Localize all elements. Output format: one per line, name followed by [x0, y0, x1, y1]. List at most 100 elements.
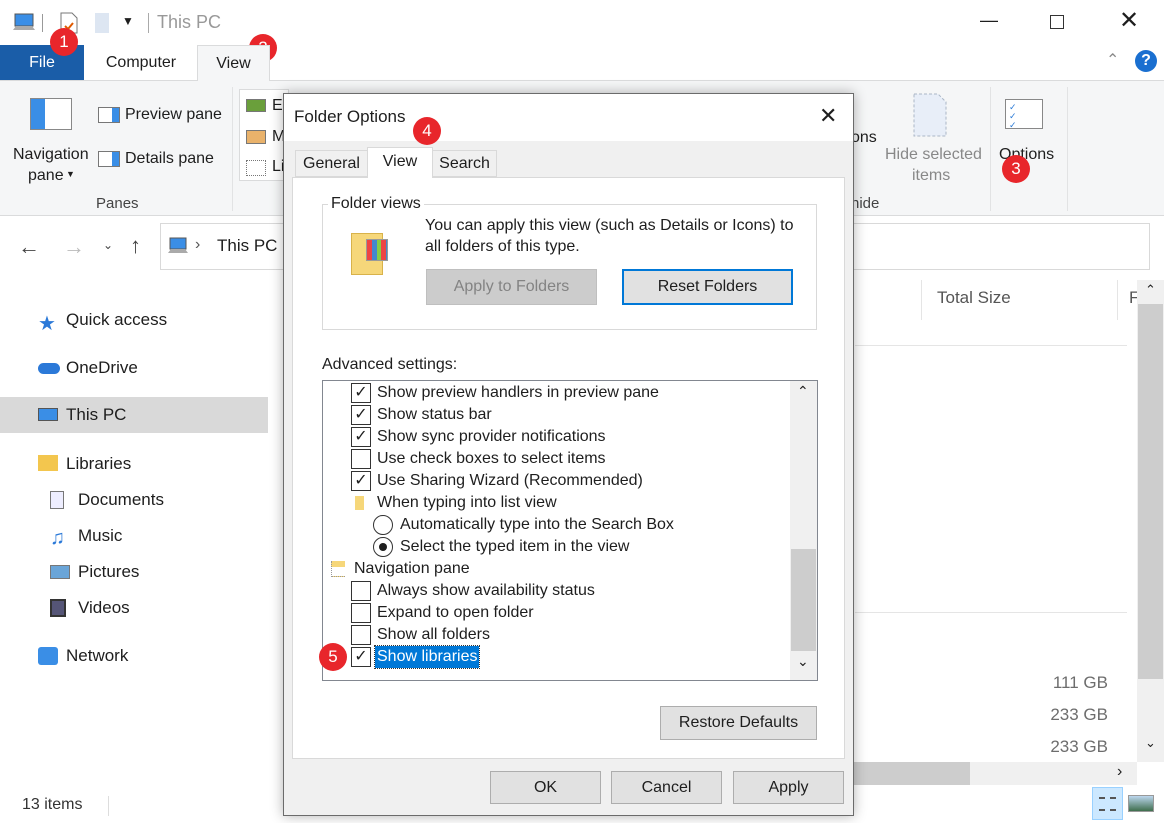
- setting-checkbox[interactable]: ✓ Show status bar: [323, 404, 789, 426]
- back-button[interactable]: ←: [18, 234, 40, 260]
- dialog-tab-search[interactable]: Search: [432, 150, 497, 177]
- scrollbar-thumb[interactable]: [791, 549, 816, 651]
- nav-item-onedrive[interactable]: OneDrive: [0, 350, 268, 386]
- setting-checkbox[interactable]: Use check boxes to select items: [323, 448, 789, 470]
- nav-item-quick-access[interactable]: ★ Quick access: [0, 302, 268, 338]
- radio-selected[interactable]: [373, 537, 393, 557]
- dialog-title: Folder Options: [294, 107, 406, 126]
- folder-views-label: Folder views: [328, 195, 424, 213]
- checkbox-unchecked[interactable]: [351, 625, 371, 645]
- column-header-total-size[interactable]: Total Size: [937, 288, 1011, 308]
- collapse-ribbon-icon[interactable]: ⌃: [1106, 50, 1119, 70]
- dialog-tab-general[interactable]: General: [295, 150, 368, 177]
- medium-icons-icon: [246, 130, 266, 144]
- checkbox-unchecked[interactable]: [351, 581, 371, 601]
- cancel-button[interactable]: Cancel: [611, 771, 722, 804]
- checkbox-unchecked[interactable]: [351, 449, 371, 469]
- maximize-button[interactable]: [1050, 15, 1064, 29]
- ok-button[interactable]: OK: [490, 771, 601, 804]
- restore-defaults-button[interactable]: Restore Defaults: [660, 706, 817, 740]
- setting-label: Use Sharing Wizard (Recommended): [377, 472, 643, 489]
- navigation-pane-button[interactable]: Navigation pane ▼: [8, 95, 93, 185]
- tab-view[interactable]: View: [197, 45, 270, 81]
- vertical-scrollbar[interactable]: ⌃ ⌄: [1137, 280, 1164, 762]
- setting-label: Show preview handlers in preview pane: [377, 384, 659, 401]
- nav-item-documents[interactable]: Documents: [0, 482, 268, 518]
- forward-button[interactable]: →: [63, 234, 85, 260]
- hide-icon: [913, 93, 947, 137]
- item-check-boxes-partial[interactable]: ons: [851, 129, 877, 147]
- group-divider: [855, 345, 1127, 346]
- view-tab-page: Folder views You can apply this view (su…: [292, 177, 845, 759]
- preview-pane-button[interactable]: Preview pane: [97, 105, 222, 127]
- this-pc-icon: [168, 237, 188, 253]
- up-button[interactable]: ↑: [130, 233, 141, 259]
- setting-checkbox[interactable]: ✓ Show libraries: [323, 645, 789, 669]
- layout-gallery[interactable]: Ex M Li: [239, 89, 291, 181]
- scrollbar-thumb[interactable]: [853, 762, 970, 785]
- scroll-up-icon[interactable]: ⌃: [1145, 282, 1156, 298]
- setting-checkbox[interactable]: Always show availability status: [323, 580, 789, 602]
- nav-item-libraries[interactable]: Libraries: [0, 446, 268, 482]
- tab-computer[interactable]: Computer: [85, 45, 197, 80]
- nav-item-music[interactable]: ♫ Music: [0, 518, 268, 554]
- checkbox-checked[interactable]: ✓: [351, 647, 371, 667]
- radio-unselected[interactable]: [373, 515, 393, 535]
- nav-item-pictures[interactable]: Pictures: [0, 554, 268, 590]
- setting-radio[interactable]: Select the typed item in the view: [323, 536, 789, 558]
- star-icon: ★: [38, 313, 56, 335]
- advanced-settings-label: Advanced settings:: [322, 356, 458, 373]
- scrollbar-thumb[interactable]: [1138, 304, 1163, 679]
- extra-large-icons-icon: [246, 99, 266, 112]
- setting-label: Select the typed item in the view: [400, 538, 630, 555]
- checkbox-checked[interactable]: ✓: [351, 383, 371, 403]
- hide-selected-items-button[interactable]: Hide selected items: [880, 91, 982, 187]
- nav-item-this-pc[interactable]: This PC: [0, 397, 268, 433]
- libraries-icon: [38, 455, 58, 471]
- checkbox-checked[interactable]: ✓: [351, 427, 371, 447]
- advanced-settings-list[interactable]: ✓ Show preview handlers in preview pane ✓ S…: [322, 380, 818, 681]
- scroll-down-icon[interactable]: ⌄: [797, 653, 809, 670]
- new-folder-icon[interactable]: [95, 13, 109, 33]
- scroll-right-icon[interactable]: ›: [1117, 763, 1122, 781]
- scroll-down-icon[interactable]: ⌄: [1145, 735, 1156, 751]
- checkbox-checked[interactable]: ✓: [351, 471, 371, 491]
- scroll-up-icon[interactable]: ⌃: [797, 383, 809, 400]
- dialog-title-bar: Folder Options ✕: [284, 94, 853, 141]
- details-pane-button[interactable]: Details pane: [97, 149, 222, 171]
- list-scrollbar[interactable]: ⌃ ⌄: [790, 381, 817, 680]
- setting-label: Show libraries: [373, 645, 481, 669]
- close-button[interactable]: ✕: [1119, 6, 1139, 35]
- panes-group-label: Panes: [96, 195, 139, 212]
- help-button[interactable]: ?: [1135, 50, 1157, 72]
- nav-item-videos[interactable]: Videos: [0, 590, 268, 626]
- nav-item-network[interactable]: Network: [0, 638, 268, 674]
- checkbox-unchecked[interactable]: [351, 603, 371, 623]
- setting-checkbox[interactable]: ✓ Use Sharing Wizard (Recommended): [323, 470, 789, 492]
- apply-to-folders-button[interactable]: Apply to Folders: [426, 269, 597, 305]
- navigation-pane-icon: [30, 98, 72, 130]
- large-icons-view-button[interactable]: [1128, 795, 1154, 812]
- details-view-button[interactable]: [1092, 787, 1123, 820]
- music-icon: ♫: [50, 527, 65, 549]
- breadcrumb-this-pc[interactable]: This PC: [217, 236, 277, 256]
- dialog-tab-view[interactable]: View: [367, 147, 433, 178]
- recent-locations-button[interactable]: ⌄: [103, 238, 113, 252]
- setting-label: Always show availability status: [377, 582, 595, 599]
- navigation-pane: ★ Quick access OneDrive This PC Libraries…: [0, 300, 268, 680]
- videos-icon: [50, 599, 66, 617]
- apply-button[interactable]: Apply: [733, 771, 844, 804]
- minimize-button[interactable]: —: [980, 10, 998, 31]
- reset-folders-button[interactable]: Reset Folders: [622, 269, 793, 305]
- setting-radio[interactable]: Automatically type into the Search Box: [323, 514, 789, 536]
- setting-checkbox[interactable]: Show all folders: [323, 624, 789, 646]
- checkbox-checked[interactable]: ✓: [351, 405, 371, 425]
- customize-toolbar-icon[interactable]: ▼: [122, 14, 134, 28]
- setting-checkbox[interactable]: ✓ Show preview handlers in preview pane: [323, 382, 789, 404]
- dialog-close-button[interactable]: ✕: [819, 103, 837, 129]
- setting-label: When typing into list view: [377, 494, 557, 511]
- setting-checkbox[interactable]: Expand to open folder: [323, 602, 789, 624]
- setting-checkbox[interactable]: ✓ Show sync provider notifications: [323, 426, 789, 448]
- status-item-count: 13 items: [22, 796, 83, 813]
- horizontal-scrollbar[interactable]: ›: [853, 762, 1137, 785]
